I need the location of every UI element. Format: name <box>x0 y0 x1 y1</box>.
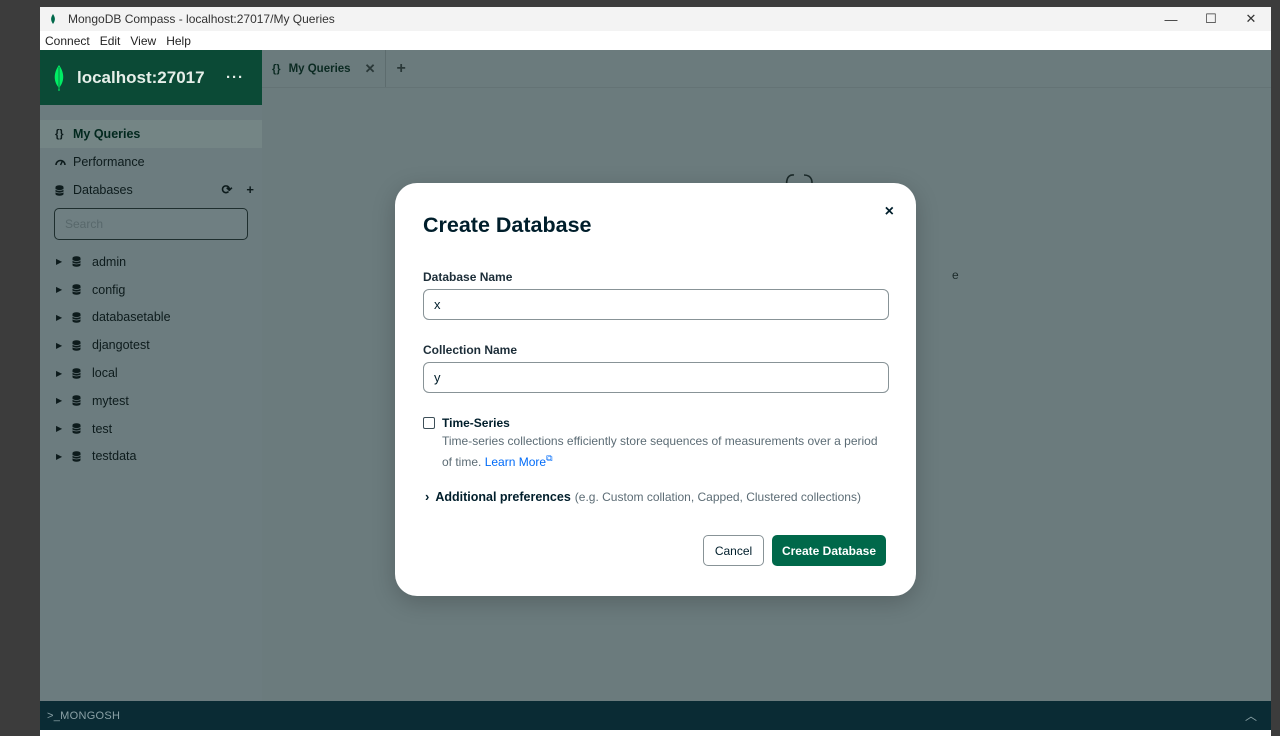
databases-actions: ⟳ + <box>222 182 255 198</box>
menu-edit[interactable]: Edit <box>95 34 126 48</box>
database-icon <box>55 184 73 196</box>
add-database-icon[interactable]: + <box>246 182 254 198</box>
nav-performance[interactable]: Performance <box>40 148 262 176</box>
database-item[interactable]: ▶ config <box>40 276 262 304</box>
time-series-label: Time-Series <box>442 416 510 430</box>
database-icon <box>72 284 92 295</box>
database-item[interactable]: ▶ testdata <box>40 443 262 471</box>
nav-label: Performance <box>73 155 145 169</box>
database-name: testdata <box>92 449 137 464</box>
caret-right-icon[interactable]: ▶ <box>56 452 72 461</box>
database-name: mytest <box>92 393 129 408</box>
close-window-icon[interactable]: ✕ <box>1231 7 1271 31</box>
add-tab-icon[interactable]: + <box>386 50 415 87</box>
connection-header: localhost:27017 ··· <box>40 50 262 105</box>
time-series-description: Time-series collections efficiently stor… <box>442 433 887 471</box>
braces-icon: {} <box>272 62 281 75</box>
learn-more-link[interactable]: Learn More <box>485 455 546 469</box>
database-name: djangotest <box>92 338 150 353</box>
search-input[interactable] <box>65 217 235 231</box>
more-options-icon[interactable]: ··· <box>226 69 244 86</box>
database-item[interactable]: ▶ djangotest <box>40 331 262 359</box>
database-name: config <box>92 282 126 297</box>
maximize-icon[interactable]: ☐ <box>1191 7 1231 31</box>
modal-title: Create Database <box>423 213 592 237</box>
gauge-icon <box>55 158 73 166</box>
database-name-label: Database Name <box>423 270 513 284</box>
nav-databases[interactable]: Databases ⟳ + <box>40 176 262 204</box>
nav-label: Databases <box>73 183 133 197</box>
caret-right-icon[interactable]: ▶ <box>56 313 72 322</box>
refresh-icon[interactable]: ⟳ <box>222 182 233 198</box>
database-item[interactable]: ▶ databasetable <box>40 304 262 332</box>
cancel-button[interactable]: Cancel <box>703 535 764 566</box>
database-name: local <box>92 366 118 381</box>
nav-label: My Queries <box>73 127 141 141</box>
database-item[interactable]: ▶ local <box>40 359 262 387</box>
create-database-button[interactable]: Create Database <box>772 535 886 566</box>
database-icon <box>72 423 92 434</box>
tab-label: My Queries <box>288 62 351 75</box>
time-series-checkbox[interactable] <box>423 417 435 429</box>
caret-right-icon[interactable]: ▶ <box>56 424 72 433</box>
database-item[interactable]: ▶ mytest <box>40 387 262 415</box>
collection-name-field <box>423 362 889 393</box>
window-controls: — ☐ ✕ <box>1151 7 1271 31</box>
additional-preferences-hint: (e.g. Custom collation, Capped, Clustere… <box>574 489 861 504</box>
sidebar: localhost:27017 ··· {} My Queries Perfor… <box>40 50 262 701</box>
database-icon <box>72 339 92 351</box>
database-list: ▶ admin ▶ config ▶ databasetable ▶ djangotest ▶ l… <box>40 248 262 470</box>
braces-icon: {} <box>55 128 64 140</box>
empty-state-text: e <box>952 268 959 282</box>
database-name: admin <box>92 254 127 269</box>
database-name-input[interactable] <box>434 297 888 312</box>
nav-my-queries[interactable]: {} My Queries <box>40 120 262 148</box>
database-icon <box>72 451 92 462</box>
caret-right-icon[interactable]: ▶ <box>56 396 72 405</box>
caret-right-icon[interactable]: ▶ <box>56 285 72 294</box>
database-name: test <box>92 421 113 436</box>
additional-preferences-title: Additional preferences <box>435 489 571 504</box>
chevron-up-icon[interactable]: ︿ <box>1245 707 1257 724</box>
connection-host: localhost:27017 <box>77 67 205 87</box>
menu-view[interactable]: View <box>125 34 161 48</box>
mongosh-bar[interactable]: >_MONGOSH ︿ <box>40 701 1271 730</box>
collection-name-input[interactable] <box>434 370 888 385</box>
collection-name-label: Collection Name <box>423 343 518 357</box>
caret-right-icon[interactable]: ▶ <box>56 369 72 378</box>
minimize-icon[interactable]: — <box>1151 7 1191 31</box>
create-database-modal: Create Database × Database Name Collecti… <box>395 183 916 596</box>
database-name: databasetable <box>92 310 171 325</box>
caret-right-icon[interactable]: ▶ <box>56 257 72 266</box>
database-item[interactable]: ▶ test <box>40 415 262 443</box>
close-tab-icon[interactable]: ✕ <box>365 61 376 77</box>
window-title: MongoDB Compass - localhost:27017/My Que… <box>68 12 335 26</box>
menu-help[interactable]: Help <box>161 34 196 48</box>
mongodb-leaf-icon <box>53 64 65 91</box>
database-icon <box>72 312 92 323</box>
menu-connect[interactable]: Connect <box>40 34 95 48</box>
tab-my-queries[interactable]: {} My Queries ✕ <box>262 50 387 87</box>
database-icon <box>72 395 92 407</box>
chevron-right-icon: › <box>425 489 430 504</box>
mongodb-leaf-icon <box>50 14 60 24</box>
database-search-box <box>54 208 248 240</box>
mongosh-label: >_MONGOSH <box>47 709 121 722</box>
database-icon <box>72 256 92 268</box>
close-icon[interactable]: × <box>885 203 894 221</box>
database-icon <box>72 367 92 379</box>
menu-bar: Connect Edit View Help <box>40 31 1271 50</box>
additional-preferences-toggle[interactable]: › Additional preferences (e.g. Custom co… <box>425 489 861 504</box>
database-item[interactable]: ▶ admin <box>40 248 262 276</box>
title-bar: MongoDB Compass - localhost:27017/My Que… <box>40 7 1271 31</box>
tab-bar: {} My Queries ✕ + <box>262 50 1271 88</box>
external-link-icon: ⧉ <box>546 453 553 463</box>
database-name-field <box>423 289 889 320</box>
caret-right-icon[interactable]: ▶ <box>56 341 72 350</box>
